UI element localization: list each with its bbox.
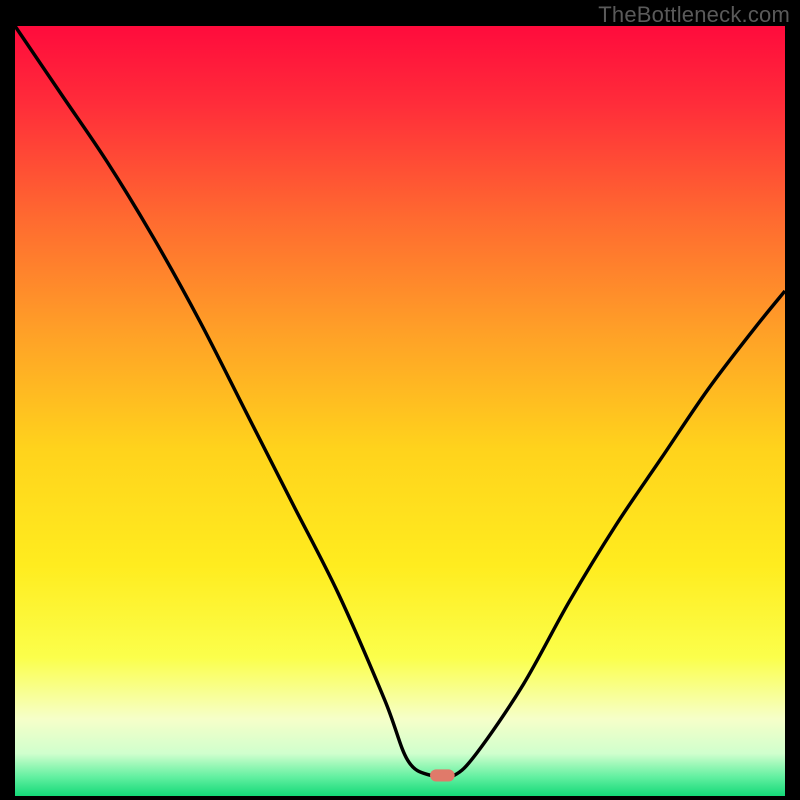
watermark-label: TheBottleneck.com [598, 2, 790, 28]
plot-area [15, 26, 785, 783]
chart-frame: TheBottleneck.com [0, 0, 800, 800]
marker-layer [15, 26, 785, 783]
minimum-marker [430, 769, 455, 781]
